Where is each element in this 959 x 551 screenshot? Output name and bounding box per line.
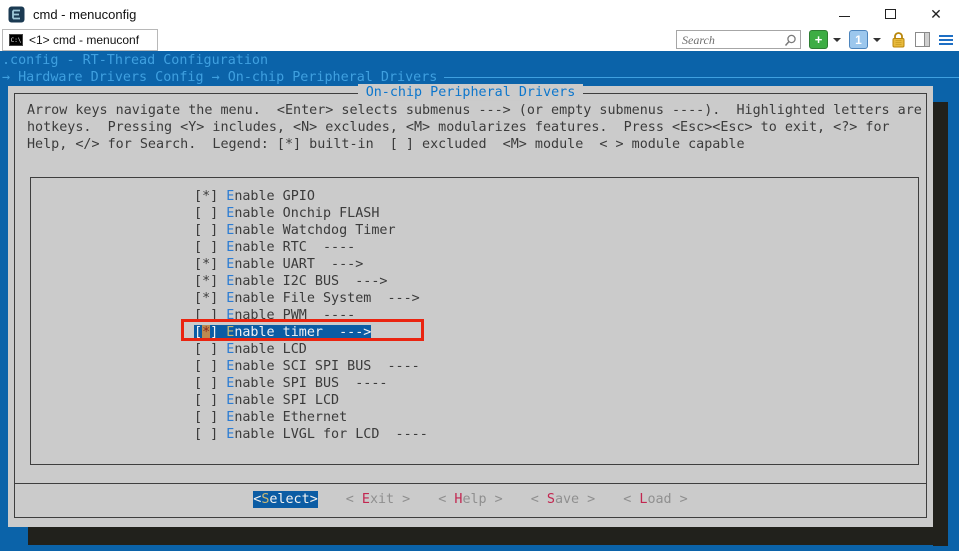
menu-item[interactable]: [ ] Enable SCI SPI BUS ----: [194, 358, 918, 375]
active-console-button[interactable]: 1: [849, 30, 868, 49]
tab-bar: C:\ <1> cmd - menuconf + 1: [0, 28, 959, 51]
split-pane-icon[interactable]: [915, 32, 930, 47]
menu-item[interactable]: [*] Enable I2C BUS --->: [194, 273, 918, 290]
dialog-title: On-chip Peripheral Drivers: [358, 84, 584, 101]
new-console-button[interactable]: +: [809, 30, 828, 49]
checkbox-state: [202, 376, 210, 391]
dialog-button[interactable]: < Exit >: [346, 491, 411, 508]
menu-item[interactable]: [ ] Enable Watchdog Timer: [194, 222, 918, 239]
button-label: xit: [370, 492, 394, 507]
buttons-separator: [14, 483, 927, 484]
search-icon[interactable]: [784, 34, 797, 47]
menu-item[interactable]: [ ] Enable Onchip FLASH: [194, 205, 918, 222]
minimize-button[interactable]: [821, 0, 867, 28]
item-label: nable GPIO: [234, 189, 315, 204]
maximize-button[interactable]: [867, 0, 913, 28]
checkbox-state: [202, 427, 210, 442]
checkbox-state: [202, 223, 210, 238]
item-label: nable SCI SPI BUS: [234, 359, 371, 374]
title-bar: cmd - menuconfig ✕: [0, 0, 959, 28]
menu-icon[interactable]: [939, 35, 953, 45]
button-label: ave: [555, 492, 579, 507]
red-annotation-box: [181, 319, 424, 341]
checkbox-state: [202, 359, 210, 374]
button-label: oad: [647, 492, 671, 507]
item-label: nable LVGL for LCD: [234, 427, 379, 442]
menu-item[interactable]: [ ] Enable SPI LCD: [194, 392, 918, 409]
instructions-line: Arrow keys navigate the menu. <Enter> se…: [27, 102, 922, 119]
item-label: nable Watchdog Timer: [234, 223, 395, 238]
item-suffix: ----: [379, 427, 427, 442]
item-suffix: ----: [307, 240, 355, 255]
menu-item[interactable]: [*] Enable UART --->: [194, 256, 918, 273]
checkbox-state: *: [202, 189, 210, 204]
dialog-buttons: <Select> < Exit > < Help > < Save > < Load >: [8, 491, 933, 508]
new-console-dropdown-icon[interactable]: [833, 38, 841, 42]
item-label: nable Onchip FLASH: [234, 206, 379, 221]
item-label: nable File System: [234, 291, 371, 306]
menu-item[interactable]: [*] Enable File System --->: [194, 290, 918, 307]
cmd-icon: C:\: [9, 34, 23, 46]
item-suffix: ----: [339, 376, 387, 391]
tab-label: <1> cmd - menuconf: [29, 33, 139, 47]
item-suffix: --->: [339, 274, 387, 289]
dialog-button[interactable]: < Load >: [623, 491, 688, 508]
checkbox-state: *: [202, 257, 210, 272]
dialog-shadow-bottom: [28, 527, 948, 545]
menu-item[interactable]: [ ] Enable LVGL for LCD ----: [194, 426, 918, 443]
item-label: nable RTC: [234, 240, 307, 255]
checkbox-state: [202, 206, 210, 221]
terminal-screen: .config - RT-Thread Configuration → Hard…: [0, 51, 959, 551]
window-title: cmd - menuconfig: [33, 7, 136, 22]
item-label: nable SPI LCD: [234, 393, 339, 408]
menu-item[interactable]: [ ] Enable Ethernet: [194, 409, 918, 426]
button-hotkey: E: [362, 492, 370, 507]
maximize-icon: [885, 9, 896, 19]
item-suffix: --->: [315, 257, 363, 272]
item-label: nable I2C BUS: [234, 274, 339, 289]
dialog-button[interactable]: < Save >: [531, 491, 596, 508]
button-hotkey: S: [547, 492, 555, 507]
console-tab[interactable]: C:\ <1> cmd - menuconf: [2, 29, 158, 51]
button-label: elp: [462, 492, 486, 507]
dialog-button[interactable]: <Select>: [253, 491, 318, 508]
menuconfig-dialog: On-chip Peripheral Drivers Arrow keys na…: [8, 86, 933, 527]
item-label: nable UART: [234, 257, 315, 272]
minimize-icon: [839, 16, 850, 17]
item-suffix: --->: [371, 291, 419, 306]
search-input[interactable]: [677, 32, 800, 49]
dialog-shadow-right: [933, 102, 948, 546]
close-icon: ✕: [930, 7, 942, 21]
item-label: nable LCD: [234, 342, 307, 357]
search-box: [676, 30, 801, 49]
checkbox-state: *: [202, 274, 210, 289]
checkbox-state: [202, 393, 210, 408]
menu-item[interactable]: [ ] Enable RTC ----: [194, 239, 918, 256]
breadcrumb-rule: [444, 77, 959, 78]
close-button[interactable]: ✕: [913, 0, 959, 28]
menu-list: [*] Enable GPIO[ ] Enable Onchip FLASH[ …: [31, 178, 918, 443]
instructions-line: hotkeys. Pressing <Y> includes, <N> excl…: [27, 119, 922, 136]
item-suffix: ----: [371, 359, 419, 374]
menu-listbox: [*] Enable GPIO[ ] Enable Onchip FLASH[ …: [30, 177, 919, 465]
checkbox-state: [202, 342, 210, 357]
checkbox-state: *: [202, 291, 210, 306]
instructions-line: Help, </> for Search. Legend: [*] built-…: [27, 136, 922, 153]
menu-item[interactable]: [ ] Enable LCD: [194, 341, 918, 358]
conemu-app-icon: [8, 6, 25, 23]
dialog-button[interactable]: < Help >: [438, 491, 503, 508]
checkbox-state: [202, 240, 210, 255]
checkbox-state: [202, 410, 210, 425]
button-label: elect: [269, 492, 309, 507]
lock-icon[interactable]: [891, 31, 906, 48]
dialog-instructions: Arrow keys navigate the menu. <Enter> se…: [27, 102, 922, 153]
console-list-dropdown-icon[interactable]: [873, 38, 881, 42]
item-label: nable Ethernet: [234, 410, 347, 425]
menu-item[interactable]: [ ] Enable SPI BUS ----: [194, 375, 918, 392]
menu-item[interactable]: [*] Enable GPIO: [194, 188, 918, 205]
item-label: nable SPI BUS: [234, 376, 339, 391]
kconfig-title-line: .config - RT-Thread Configuration: [2, 52, 268, 69]
